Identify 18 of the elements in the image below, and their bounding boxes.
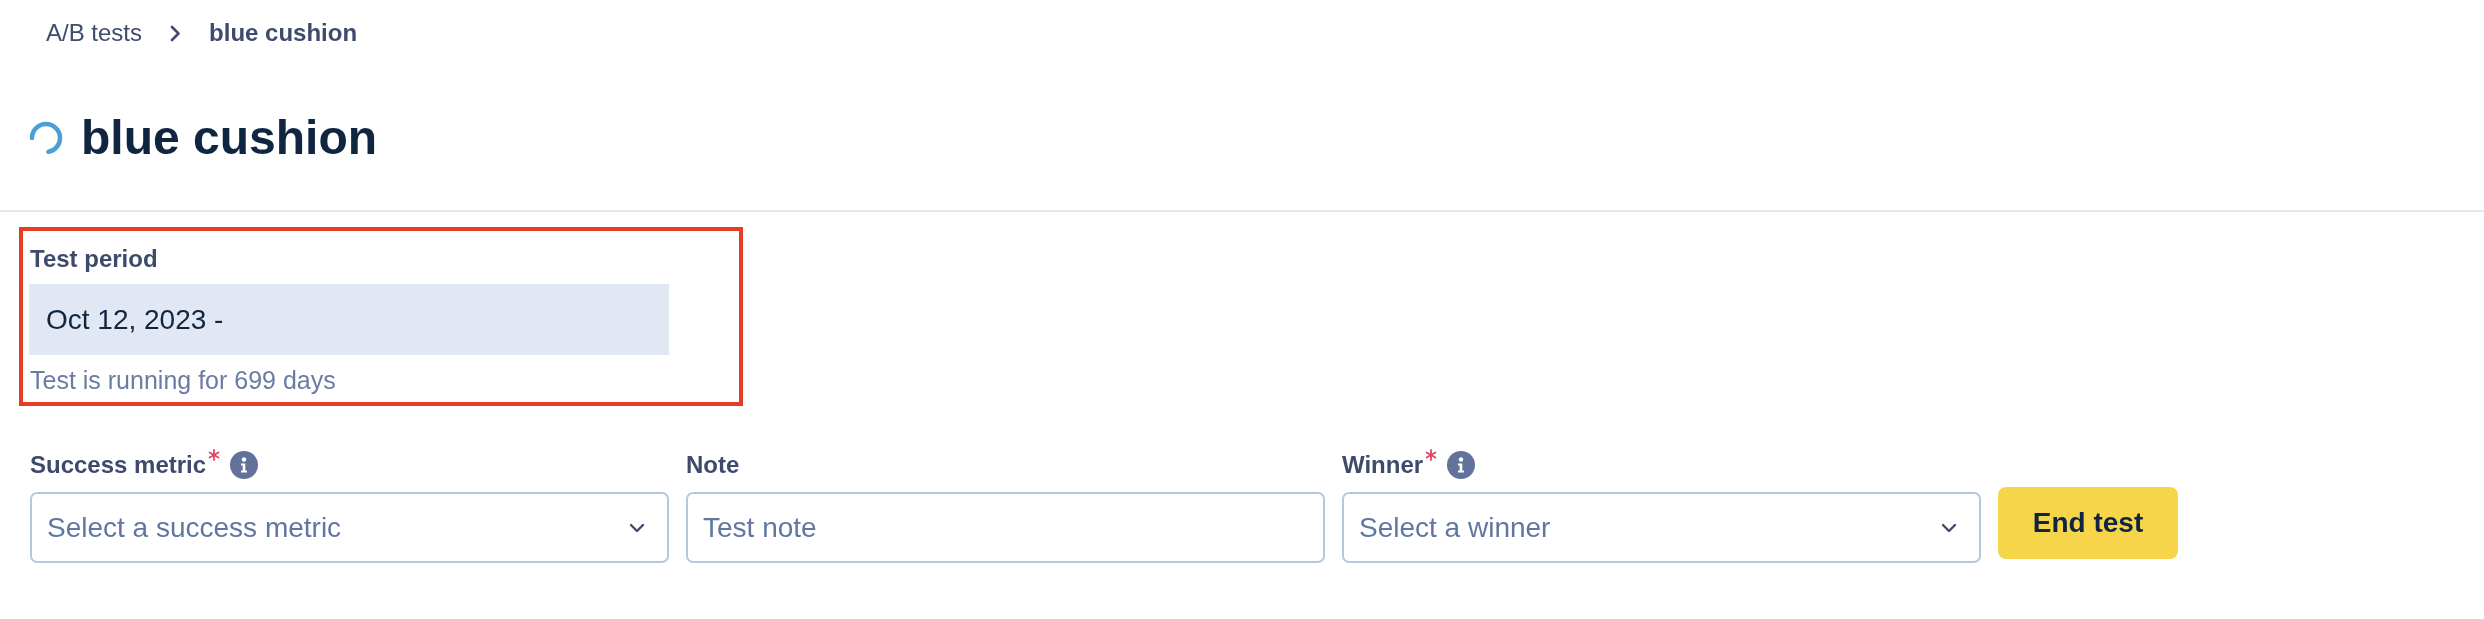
- hint-text: Test is running for 699 days: [30, 365, 337, 395]
- info-icon[interactable]: [230, 451, 259, 479]
- info-icon[interactable]: [1447, 451, 1476, 479]
- field-label: Success metric: [30, 451, 207, 479]
- page-title: blue cushion: [81, 110, 377, 166]
- field-label: Note: [686, 451, 740, 479]
- select-field[interactable]: Select a success metric: [30, 492, 669, 563]
- field-label: Winner: [1342, 451, 1424, 479]
- breadcrumb-current: blue cushion: [209, 18, 358, 48]
- chevron-down-icon: [1941, 522, 1957, 533]
- end-test-button[interactable]: End test: [1998, 487, 2178, 559]
- field-label: Test period: [30, 245, 159, 273]
- date-field: Oct 12, 2023 -: [29, 284, 669, 355]
- chevron-down-icon: [629, 522, 645, 533]
- text-field[interactable]: Test note: [686, 492, 1325, 563]
- chevron-right-icon: [170, 24, 182, 42]
- select-field[interactable]: Select a winner: [1342, 492, 1981, 563]
- breadcrumb-link[interactable]: A/B tests: [46, 15, 143, 51]
